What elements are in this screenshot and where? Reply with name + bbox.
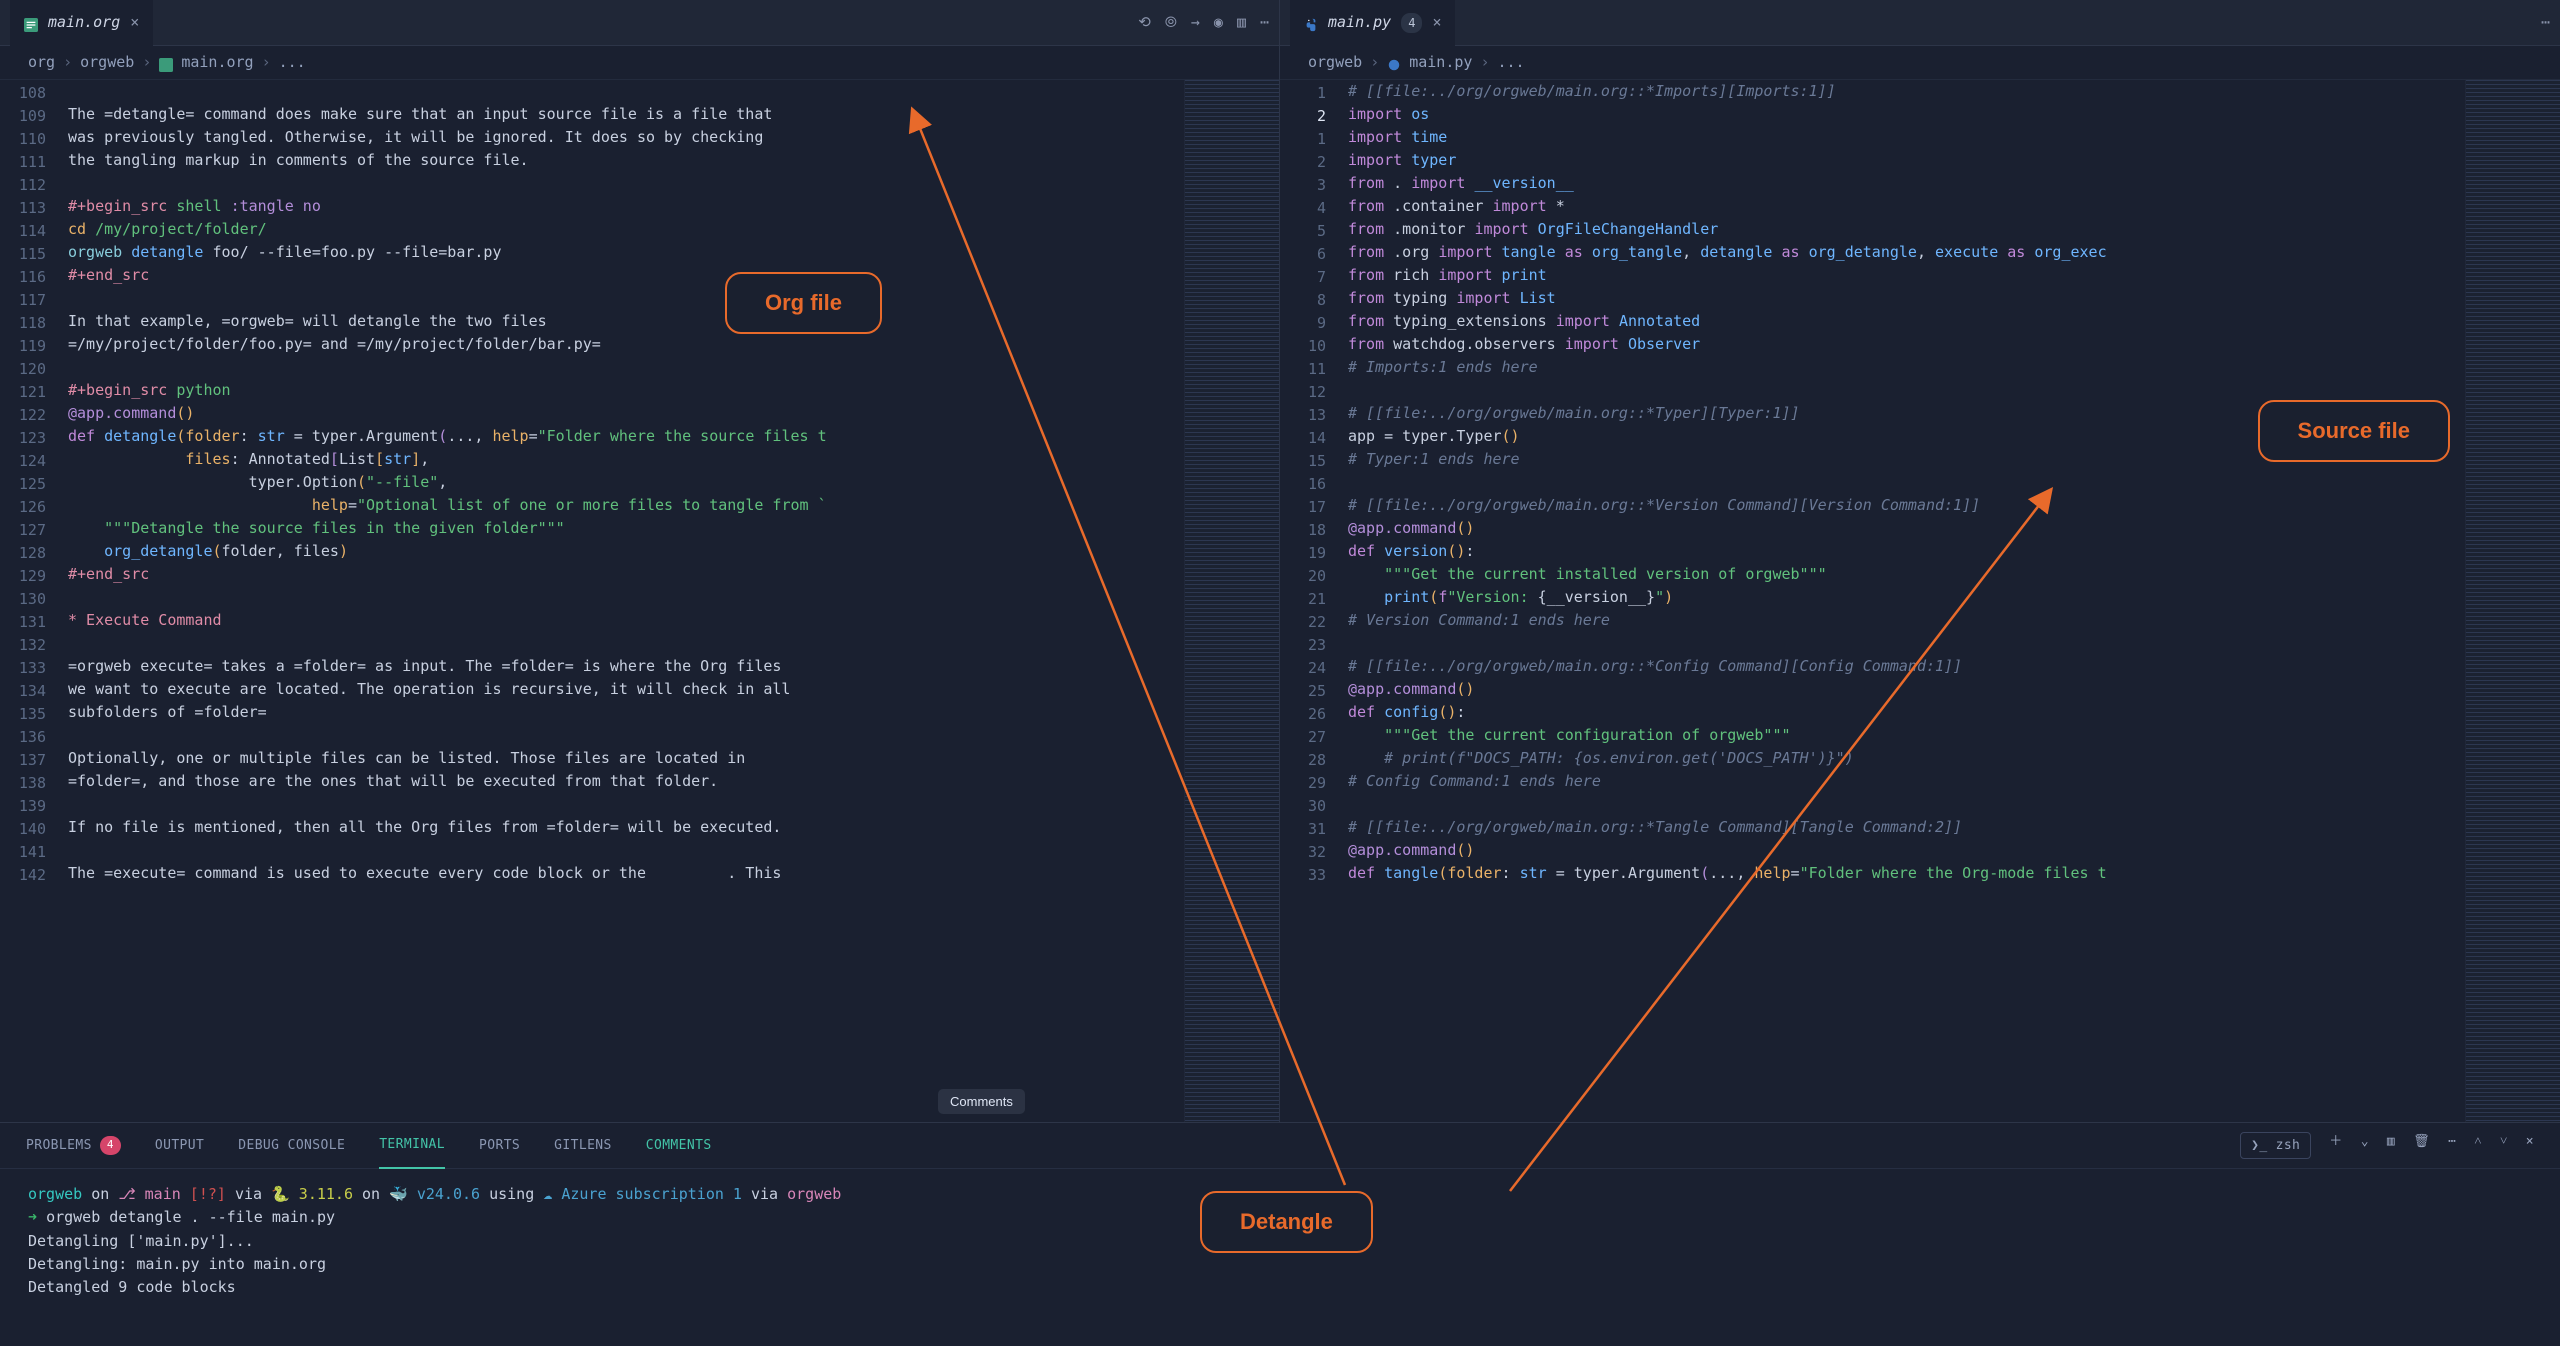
bottom-panel: PROBLEMS 4 OUTPUT DEBUG CONSOLE TERMINAL… bbox=[0, 1122, 2560, 1346]
tab-badge: 4 bbox=[1401, 13, 1422, 33]
diff-prev-icon[interactable]: ⦾ bbox=[1165, 11, 1177, 34]
maximize-icon[interactable]: ˄ bbox=[2474, 1132, 2482, 1160]
close-panel-icon[interactable]: × bbox=[2526, 1132, 2534, 1160]
diff-next-icon[interactable]: → bbox=[1191, 11, 1200, 34]
minimap-right[interactable] bbox=[2465, 80, 2560, 1122]
tab-label: main.org bbox=[48, 11, 120, 34]
more-icon[interactable]: ⋯ bbox=[2448, 1132, 2456, 1160]
editor-left: main.org × ⟲ ⦾ → ◉ ▥ ⋯ org› orgweb› main… bbox=[0, 0, 1280, 1122]
editor-right: main.py 4 × ⋯ orgweb› main.py› ... 1# [[… bbox=[1280, 0, 2560, 1122]
tab-label: main.py bbox=[1328, 11, 1391, 34]
terminal[interactable]: orgweb on ⎇ main [!?] via 🐍 3.11.6 on 🐳 … bbox=[0, 1169, 2560, 1346]
chevron-down-icon[interactable]: ⌄ bbox=[2361, 1132, 2369, 1160]
code-area-left[interactable]: 108109The =detangle= command does make s… bbox=[0, 80, 1184, 1122]
panel-tab-debug[interactable]: DEBUG CONSOLE bbox=[238, 1136, 345, 1156]
chevron-down-icon[interactable]: ˅ bbox=[2500, 1132, 2508, 1160]
panel-tab-terminal[interactable]: TERMINAL bbox=[379, 1123, 445, 1169]
org-file-icon bbox=[159, 56, 173, 70]
minimap-left[interactable] bbox=[1184, 80, 1279, 1122]
code-area-right[interactable]: 1# [[file:../org/orgweb/main.org::*Impor… bbox=[1280, 80, 2465, 1122]
more-icon[interactable]: ⋯ bbox=[1260, 11, 1269, 34]
compare-icon[interactable]: ◉ bbox=[1214, 11, 1223, 34]
close-icon[interactable]: × bbox=[1432, 11, 1441, 34]
more-icon[interactable]: ⋯ bbox=[2541, 11, 2550, 34]
breadcrumb-right[interactable]: orgweb› main.py› ... bbox=[1280, 46, 2560, 80]
revert-icon[interactable]: ⟲ bbox=[1138, 11, 1151, 34]
panel-tab-comments[interactable]: COMMENTS bbox=[646, 1136, 712, 1156]
trash-icon[interactable]: 🗑 bbox=[2413, 1132, 2430, 1160]
terminal-command: ➜ orgweb detangle . --file main.py bbox=[28, 1206, 2532, 1229]
breadcrumb-left[interactable]: org› orgweb› main.org› ... bbox=[0, 46, 1279, 80]
shell-picker[interactable]: ❯_ zsh bbox=[2240, 1132, 2311, 1160]
panel-tab-ports[interactable]: PORTS bbox=[479, 1136, 520, 1156]
panel-tab-bar: PROBLEMS 4 OUTPUT DEBUG CONSOLE TERMINAL… bbox=[0, 1123, 2560, 1169]
tab-bar-left: main.org × ⟲ ⦾ → ◉ ▥ ⋯ bbox=[0, 0, 1279, 46]
terminal-prompt: orgweb on ⎇ main [!?] via 🐍 3.11.6 on 🐳 … bbox=[28, 1183, 2532, 1206]
split-editor-icon[interactable]: ▥ bbox=[1237, 11, 1246, 34]
terminal-output: Detangling: main.py into main.org bbox=[28, 1253, 2532, 1276]
panel-tab-output[interactable]: OUTPUT bbox=[155, 1136, 204, 1156]
problems-badge: 4 bbox=[100, 1136, 121, 1155]
terminal-output: Detangling ['main.py']... bbox=[28, 1230, 2532, 1253]
org-file-icon bbox=[24, 16, 38, 30]
new-terminal-icon[interactable]: ＋ bbox=[2329, 1132, 2342, 1160]
panel-tab-problems[interactable]: PROBLEMS 4 bbox=[26, 1136, 121, 1156]
python-file-icon bbox=[1387, 56, 1401, 70]
tab-main-py[interactable]: main.py 4 × bbox=[1290, 0, 1455, 46]
panel-tab-gitlens[interactable]: GITLENS bbox=[554, 1136, 612, 1156]
close-icon[interactable]: × bbox=[130, 11, 139, 34]
split-terminal-icon[interactable]: ▥ bbox=[2387, 1132, 2395, 1160]
tab-main-org[interactable]: main.org × bbox=[10, 0, 153, 46]
terminal-output: Detangled 9 code blocks bbox=[28, 1276, 2532, 1299]
python-file-icon bbox=[1304, 16, 1318, 30]
terminal-icon: ❯_ bbox=[2251, 1136, 2267, 1156]
tab-bar-right: main.py 4 × ⋯ bbox=[1280, 0, 2560, 46]
